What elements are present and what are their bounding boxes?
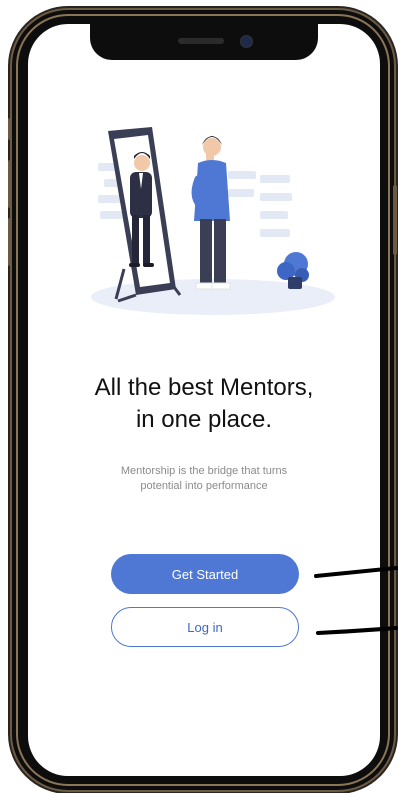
page-subtitle-line-1: Mentorship is the bridge that turns — [120, 465, 288, 477]
side-button-power — [393, 185, 397, 255]
page-title-line-1: All the best Mentors, — [94, 374, 314, 401]
login-button[interactable]: Log in — [111, 607, 299, 647]
side-button-volume-down — [8, 218, 12, 266]
man-in-mirror-illustration — [91, 127, 335, 315]
page-subtitle: Mentorship is the bridge that turns pote… — [88, 464, 320, 494]
get-started-button[interactable]: Get Started — [111, 554, 299, 594]
screenshot-stage: All the best Mentors, in one place. Ment… — [0, 0, 398, 793]
side-button-mute — [8, 118, 12, 140]
side-button-volume-up — [8, 160, 12, 208]
page-title-line-2: in one place. — [135, 406, 273, 433]
app-screen: All the best Mentors, in one place. Ment… — [28, 24, 380, 776]
front-camera-icon — [240, 35, 253, 48]
notch — [90, 24, 318, 60]
page-subtitle-line-2: potential into performance — [140, 480, 268, 492]
page-title: All the best Mentors, in one place. — [28, 372, 380, 436]
speaker-grille — [178, 38, 224, 44]
man-figure — [191, 136, 231, 290]
